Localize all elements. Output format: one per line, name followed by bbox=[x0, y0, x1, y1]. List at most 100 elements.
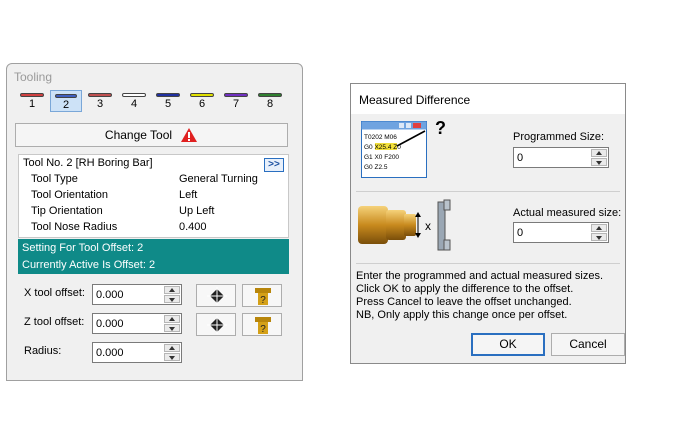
spin-down-icon[interactable] bbox=[591, 158, 607, 166]
tool-tabs: 1 2 3 4 5 6 7 8 bbox=[16, 90, 288, 112]
row-value: Left bbox=[179, 189, 198, 201]
spin-up-icon[interactable] bbox=[591, 224, 607, 232]
row-value: General Turning bbox=[179, 173, 258, 185]
x-offset-spinner[interactable] bbox=[164, 286, 180, 303]
help-line: NB, Only apply this change once per offs… bbox=[356, 309, 568, 321]
row-label: Tool Nose Radius bbox=[31, 221, 118, 233]
help-line: Click OK to apply the difference to the … bbox=[356, 283, 574, 295]
program-line: G1 X0 F200 bbox=[364, 154, 399, 161]
x-offset-field[interactable] bbox=[92, 284, 182, 305]
tool-type-row: Tool Type General Turning bbox=[31, 173, 281, 189]
tool-color-bar bbox=[122, 93, 146, 97]
tool-color-bar bbox=[20, 93, 44, 97]
tool-tab-number: 1 bbox=[28, 98, 36, 110]
programmed-size-input[interactable] bbox=[517, 150, 582, 165]
tool-nose-radius-row: Tool Nose Radius 0.400 bbox=[31, 221, 281, 237]
tooling-title: Tooling bbox=[14, 70, 53, 84]
x-offset-input[interactable] bbox=[96, 287, 161, 302]
tool-tab-7[interactable]: 7 bbox=[220, 90, 252, 112]
cancel-button[interactable]: Cancel bbox=[551, 333, 625, 356]
tip-orientation-row: Tip Orientation Up Left bbox=[31, 205, 281, 221]
tool-tab-number: 5 bbox=[164, 98, 172, 110]
program-line: G0 Z2.5 bbox=[364, 164, 388, 171]
crosshair-icon bbox=[207, 316, 227, 334]
program-line: G0 X25.4 Z0 bbox=[364, 144, 401, 151]
programmed-size-label: Programmed Size: bbox=[513, 131, 605, 143]
x-set-offset-button[interactable] bbox=[196, 284, 236, 307]
tool-tab-4[interactable]: 4 bbox=[118, 90, 150, 112]
spin-down-icon[interactable] bbox=[164, 324, 180, 332]
expand-button[interactable]: >> bbox=[264, 158, 284, 172]
actual-size-spinner[interactable] bbox=[591, 224, 607, 241]
tooling-panel: Tooling 1 2 3 4 5 6 7 8 Change Tool Tool… bbox=[6, 63, 303, 381]
svg-text:?: ? bbox=[260, 295, 266, 306]
z-set-offset-button[interactable] bbox=[196, 313, 236, 336]
spin-up-icon[interactable] bbox=[164, 344, 180, 352]
tool-tab-1[interactable]: 1 bbox=[16, 90, 48, 112]
programmed-size-spinner[interactable] bbox=[591, 149, 607, 166]
tool-color-bar bbox=[88, 93, 112, 97]
tool-tab-number: 3 bbox=[96, 98, 104, 110]
actual-size-field[interactable] bbox=[513, 222, 609, 243]
z-offset-spinner[interactable] bbox=[164, 315, 180, 332]
spin-up-icon[interactable] bbox=[164, 286, 180, 294]
spin-up-icon[interactable] bbox=[164, 315, 180, 323]
change-tool-button[interactable]: Change Tool bbox=[15, 123, 288, 147]
z-offset-input[interactable] bbox=[96, 316, 161, 331]
radius-input[interactable] bbox=[96, 345, 161, 360]
tool-tab-8[interactable]: 8 bbox=[254, 90, 286, 112]
spin-down-icon[interactable] bbox=[164, 353, 180, 361]
tool-tab-number: 8 bbox=[266, 98, 274, 110]
radius-field[interactable] bbox=[92, 342, 182, 363]
z-offset-label: Z tool offset: bbox=[24, 316, 85, 328]
row-label: Tool Orientation bbox=[31, 189, 109, 201]
dialog-title-bar: Measured Difference bbox=[351, 84, 625, 114]
actual-size-input[interactable] bbox=[517, 225, 582, 240]
tool-tab-number: 7 bbox=[232, 98, 240, 110]
tool-tab-6[interactable]: 6 bbox=[186, 90, 218, 112]
offset-setting-text: Setting For Tool Offset: 2 bbox=[22, 242, 144, 254]
row-value: 0.400 bbox=[179, 221, 207, 233]
x-measure-button[interactable]: ? bbox=[242, 284, 282, 307]
actual-size-label: Actual measured size: bbox=[513, 207, 622, 219]
program-listing-image: T0202 M06 G0 X25.4 Z0 G1 X0 F200 G0 Z2.5 bbox=[361, 121, 427, 178]
spin-down-icon[interactable] bbox=[591, 233, 607, 241]
ok-button[interactable]: OK bbox=[471, 333, 545, 356]
help-line: Press Cancel to leave the offset unchang… bbox=[356, 296, 572, 308]
spin-up-icon[interactable] bbox=[591, 149, 607, 157]
row-label: Tool Type bbox=[31, 173, 78, 185]
measure-question-icon: ? bbox=[255, 288, 271, 306]
programmed-size-field[interactable] bbox=[513, 147, 609, 168]
svg-text:?: ? bbox=[260, 324, 266, 335]
tool-info-box: Tool No. 2 [RH Boring Bar] >> Tool Type … bbox=[18, 154, 289, 238]
offset-banner: Setting For Tool Offset: 2 Currently Act… bbox=[18, 239, 289, 274]
question-mark-icon: ? bbox=[435, 118, 446, 138]
crosshair-icon bbox=[207, 287, 227, 305]
row-label: Tip Orientation bbox=[31, 205, 103, 217]
warning-icon bbox=[181, 128, 198, 142]
dialog-title: Measured Difference bbox=[359, 93, 471, 107]
tool-color-bar bbox=[190, 93, 214, 97]
measured-part-image: x bbox=[358, 199, 451, 251]
tool-color-bar bbox=[55, 94, 77, 98]
help-text: Enter the programmed and actual measured… bbox=[356, 270, 624, 322]
radius-spinner[interactable] bbox=[164, 344, 180, 361]
tool-name: Tool No. 2 [RH Boring Bar] bbox=[23, 157, 153, 169]
tool-tab-number: 4 bbox=[130, 98, 138, 110]
z-offset-field[interactable] bbox=[92, 313, 182, 334]
measured-difference-dialog: Measured Difference T0202 M06 G0 X25.4 Z… bbox=[350, 83, 626, 364]
tool-tab-2[interactable]: 2 bbox=[50, 90, 82, 112]
program-line: T0202 M06 bbox=[364, 134, 397, 141]
tool-color-bar bbox=[156, 93, 180, 97]
help-line: Enter the programmed and actual measured… bbox=[356, 270, 604, 282]
spin-down-icon[interactable] bbox=[164, 295, 180, 303]
tool-tab-3[interactable]: 3 bbox=[84, 90, 116, 112]
row-value: Up Left bbox=[179, 205, 215, 217]
tool-orientation-row: Tool Orientation Left bbox=[31, 189, 281, 205]
offset-active-text: Currently Active Is Offset: 2 bbox=[22, 259, 156, 271]
tool-tab-number: 6 bbox=[198, 98, 206, 110]
radius-label: Radius: bbox=[24, 345, 62, 357]
z-measure-button[interactable]: ? bbox=[242, 313, 282, 336]
x-offset-label: X tool offset: bbox=[24, 287, 85, 299]
tool-tab-5[interactable]: 5 bbox=[152, 90, 184, 112]
